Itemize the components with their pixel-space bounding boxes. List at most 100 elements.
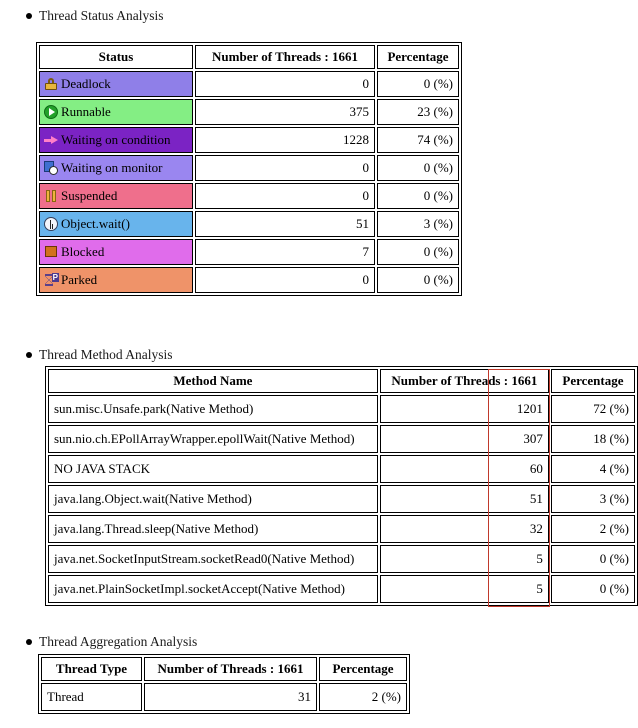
table-row: Suspended 0 0 (%) xyxy=(39,183,459,209)
column-header-method-name: Method Name xyxy=(48,369,378,393)
status-label: Runnable xyxy=(61,104,111,119)
threads-count: 0 xyxy=(195,155,375,181)
table-header-row: Method Name Number of Threads : 1661 Per… xyxy=(48,369,635,393)
table-row: java.lang.Object.wait(Native Method) 51 … xyxy=(48,485,635,513)
percentage-value: 2 (%) xyxy=(319,683,407,711)
square-icon xyxy=(44,245,58,259)
method-name: sun.misc.Unsafe.park(Native Method) xyxy=(48,395,378,423)
threads-count: 5 xyxy=(379,545,549,573)
status-cell-suspended: Suspended xyxy=(39,183,193,209)
doc-clock-icon xyxy=(44,161,58,175)
threads-count: 1201 xyxy=(379,395,549,423)
percentage-value: 0 (%) xyxy=(377,155,459,181)
column-header-percentage: Percentage xyxy=(319,657,407,681)
status-label: Blocked xyxy=(61,244,105,259)
status-cell-parked: Parked xyxy=(39,267,193,293)
hourglass-icon xyxy=(44,273,59,287)
bullet-icon xyxy=(26,13,32,19)
table-row: Waiting on monitor 0 0 (%) xyxy=(39,155,459,181)
section-title-thread-aggregation: Thread Aggregation Analysis xyxy=(39,634,198,649)
percentage-value: 0 (%) xyxy=(377,71,459,97)
column-header-status: Status xyxy=(39,45,193,69)
column-header-number-of-threads: Number of Threads : 1661 xyxy=(195,45,375,69)
threads-count: 5 xyxy=(379,575,549,603)
thread-status-table: Status Number of Threads : 1661 Percenta… xyxy=(36,42,462,296)
method-name: NO JAVA STACK xyxy=(48,455,378,483)
table-row: java.net.PlainSocketImpl.socketAccept(Na… xyxy=(48,575,635,603)
percentage-value: 0 (%) xyxy=(550,545,635,573)
table-header-row: Thread Type Number of Threads : 1661 Per… xyxy=(41,657,407,681)
percentage-value: 2 (%) xyxy=(550,515,635,543)
thread-aggregation-table: Thread Type Number of Threads : 1661 Per… xyxy=(38,654,410,714)
status-cell-waiting-on-monitor: Waiting on monitor xyxy=(39,155,193,181)
status-cell-deadlock: Deadlock xyxy=(39,71,193,97)
table-row: Thread 31 2 (%) xyxy=(41,683,407,711)
status-label: Waiting on condition xyxy=(61,132,171,147)
percentage-value: 18 (%) xyxy=(550,425,635,453)
status-label: Deadlock xyxy=(61,76,111,91)
column-header-percentage: Percentage xyxy=(377,45,459,69)
section-heading-thread-status: Thread Status Analysis xyxy=(26,8,164,24)
lock-icon xyxy=(44,77,58,91)
status-label: Parked xyxy=(61,272,98,287)
percentage-value: 0 (%) xyxy=(550,575,635,603)
percentage-value: 0 (%) xyxy=(377,183,459,209)
pause-icon xyxy=(44,189,58,203)
column-header-number-of-threads: Number of Threads : 1661 xyxy=(379,369,549,393)
percentage-value: 23 (%) xyxy=(377,99,459,125)
percentage-value: 3 (%) xyxy=(550,485,635,513)
status-label: Object.wait() xyxy=(61,216,130,231)
threads-count: 51 xyxy=(195,211,375,237)
method-name: java.lang.Object.wait(Native Method) xyxy=(48,485,378,513)
column-header-percentage: Percentage xyxy=(550,369,635,393)
status-cell-waiting-on-condition: Waiting on condition xyxy=(39,127,193,153)
percentage-value: 0 (%) xyxy=(377,239,459,265)
section-heading-thread-method: Thread Method Analysis xyxy=(26,347,172,363)
table-row: java.lang.Thread.sleep(Native Method) 32… xyxy=(48,515,635,543)
method-name: java.net.SocketInputStream.socketRead0(N… xyxy=(48,545,378,573)
table-row: java.net.SocketInputStream.socketRead0(N… xyxy=(48,545,635,573)
threads-count: 7 xyxy=(195,239,375,265)
table-row: sun.misc.Unsafe.park(Native Method) 1201… xyxy=(48,395,635,423)
table-header-row: Status Number of Threads : 1661 Percenta… xyxy=(39,45,459,69)
table-row: Waiting on condition 1228 74 (%) xyxy=(39,127,459,153)
table-row: sun.nio.ch.EPollArrayWrapper.epollWait(N… xyxy=(48,425,635,453)
threads-count: 375 xyxy=(195,99,375,125)
bullet-icon xyxy=(26,639,32,645)
percentage-value: 74 (%) xyxy=(377,127,459,153)
threads-count: 0 xyxy=(195,267,375,293)
threads-count: 0 xyxy=(195,183,375,209)
threads-count: 307 xyxy=(379,425,549,453)
threads-count: 60 xyxy=(379,455,549,483)
section-title-thread-status: Thread Status Analysis xyxy=(39,8,164,23)
method-name: sun.nio.ch.EPollArrayWrapper.epollWait(N… xyxy=(48,425,378,453)
table-row: Deadlock 0 0 (%) xyxy=(39,71,459,97)
method-name: java.net.PlainSocketImpl.socketAccept(Na… xyxy=(48,575,378,603)
arrow-icon xyxy=(44,133,58,147)
status-label: Suspended xyxy=(61,188,118,203)
table-row: Runnable 375 23 (%) xyxy=(39,99,459,125)
table-row: Parked 0 0 (%) xyxy=(39,267,459,293)
table-row: Blocked 7 0 (%) xyxy=(39,239,459,265)
column-header-thread-type: Thread Type xyxy=(41,657,142,681)
clock-icon xyxy=(44,217,58,231)
percentage-value: 0 (%) xyxy=(377,267,459,293)
percentage-value: 4 (%) xyxy=(550,455,635,483)
status-cell-blocked: Blocked xyxy=(39,239,193,265)
threads-count: 31 xyxy=(144,683,317,711)
table-row: NO JAVA STACK 60 4 (%) xyxy=(48,455,635,483)
status-label: Waiting on monitor xyxy=(61,160,163,175)
column-header-number-of-threads: Number of Threads : 1661 xyxy=(144,657,317,681)
play-icon xyxy=(44,105,58,119)
percentage-value: 72 (%) xyxy=(550,395,635,423)
method-name: java.lang.Thread.sleep(Native Method) xyxy=(48,515,378,543)
threads-count: 1228 xyxy=(195,127,375,153)
threads-count: 0 xyxy=(195,71,375,97)
threads-count: 32 xyxy=(379,515,549,543)
threads-count: 51 xyxy=(379,485,549,513)
status-cell-object-wait: Object.wait() xyxy=(39,211,193,237)
thread-method-table: Method Name Number of Threads : 1661 Per… xyxy=(45,366,638,606)
section-title-thread-method: Thread Method Analysis xyxy=(39,347,173,362)
thread-type: Thread xyxy=(41,683,142,711)
percentage-value: 3 (%) xyxy=(377,211,459,237)
